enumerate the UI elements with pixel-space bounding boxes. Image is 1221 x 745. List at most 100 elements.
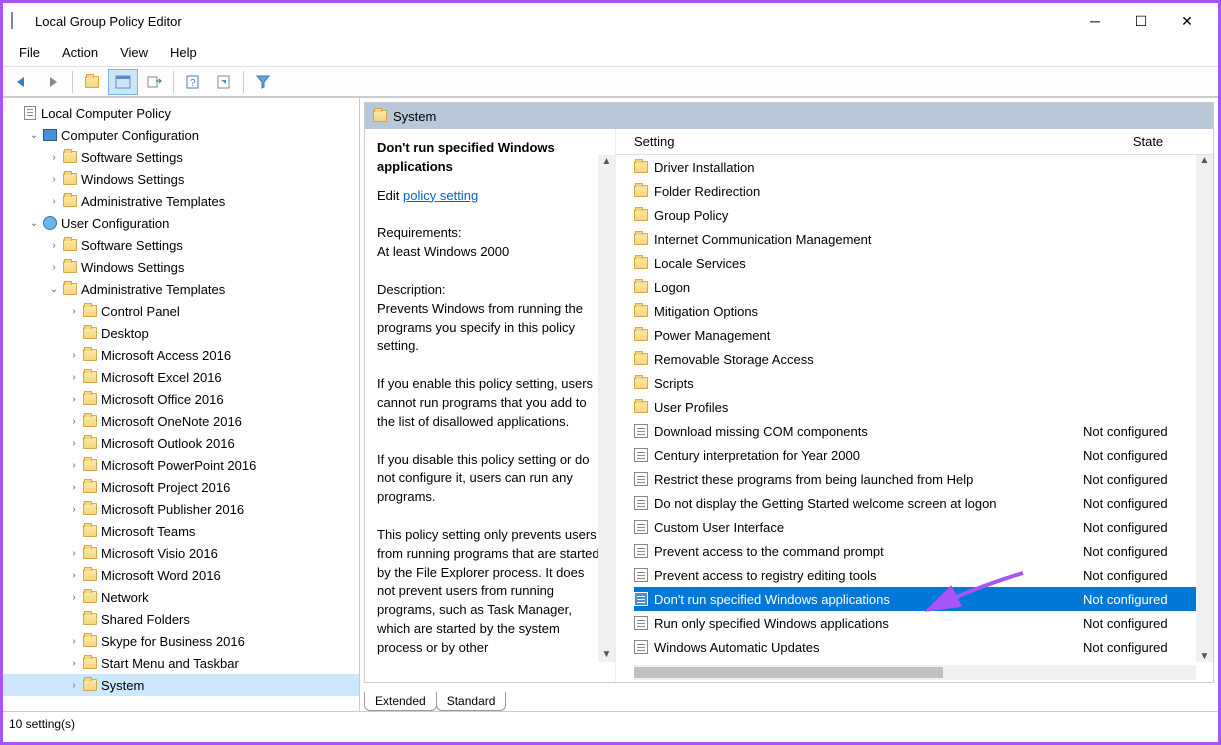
tree-item[interactable]: ›Windows Settings xyxy=(3,256,359,278)
tree-item[interactable]: ⌄Computer Configuration xyxy=(3,124,359,146)
close-button[interactable]: ✕ xyxy=(1164,5,1210,37)
minimize-button[interactable]: ─ xyxy=(1072,5,1118,37)
setting-label: Do not display the Getting Started welco… xyxy=(654,496,1083,511)
forward-button[interactable] xyxy=(38,69,68,95)
tree-item[interactable]: ›Microsoft Visio 2016 xyxy=(3,542,359,564)
tree-item[interactable]: ›Microsoft Publisher 2016 xyxy=(3,498,359,520)
expand-toggle[interactable]: › xyxy=(67,482,81,493)
expand-toggle[interactable]: › xyxy=(67,306,81,317)
list-row[interactable]: Custom User InterfaceNot configured xyxy=(634,515,1213,539)
expand-toggle[interactable]: › xyxy=(67,416,81,427)
list-row[interactable]: Folder Redirection xyxy=(634,179,1213,203)
list-row[interactable]: Logon xyxy=(634,275,1213,299)
maximize-button[interactable]: ☐ xyxy=(1118,5,1164,37)
menu-help[interactable]: Help xyxy=(160,41,207,64)
expand-toggle[interactable]: › xyxy=(47,196,61,207)
expand-toggle[interactable]: › xyxy=(67,372,81,383)
col-setting[interactable]: Setting xyxy=(634,134,1083,149)
help-button[interactable]: ? xyxy=(178,69,208,95)
tree-pane[interactable]: Local Computer Policy⌄Computer Configura… xyxy=(3,98,360,711)
list-row[interactable]: Century interpretation for Year 2000Not … xyxy=(634,443,1213,467)
filter-button[interactable] xyxy=(248,69,278,95)
tree-item[interactable]: Shared Folders xyxy=(3,608,359,630)
list-row[interactable]: Download missing COM componentsNot confi… xyxy=(634,419,1213,443)
expand-toggle[interactable]: › xyxy=(47,174,61,185)
expand-toggle[interactable]: › xyxy=(47,152,61,163)
edit-policy-link[interactable]: policy setting xyxy=(403,188,478,203)
tab-extended[interactable]: Extended xyxy=(364,692,437,711)
expand-toggle[interactable]: ⌄ xyxy=(27,130,41,141)
menu-view[interactable]: View xyxy=(110,41,158,64)
tree-item[interactable]: ›Microsoft Access 2016 xyxy=(3,344,359,366)
tree-item[interactable]: ›Microsoft Project 2016 xyxy=(3,476,359,498)
tree-item[interactable]: ›System xyxy=(3,674,359,696)
detail-title: Don't run specified Windows applications xyxy=(377,139,603,177)
expand-toggle[interactable]: › xyxy=(67,636,81,647)
tree-item[interactable]: Desktop xyxy=(3,322,359,344)
list-row[interactable]: User Profiles xyxy=(634,395,1213,419)
expand-toggle[interactable]: › xyxy=(47,262,61,273)
list-row[interactable]: Internet Communication Management xyxy=(634,227,1213,251)
expand-toggle[interactable]: › xyxy=(67,592,81,603)
menu-action[interactable]: Action xyxy=(52,41,108,64)
list-row[interactable]: Mitigation Options xyxy=(634,299,1213,323)
detail-scrollbar[interactable]: ▲▼ xyxy=(598,155,615,662)
column-header[interactable]: Setting State xyxy=(616,129,1213,155)
tree-item[interactable]: ›Microsoft Excel 2016 xyxy=(3,366,359,388)
tree-item[interactable]: ⌄User Configuration xyxy=(3,212,359,234)
tree-item[interactable]: ›Software Settings xyxy=(3,146,359,168)
list-row[interactable]: Run only specified Windows applicationsN… xyxy=(634,611,1213,635)
expand-toggle[interactable]: › xyxy=(67,570,81,581)
expand-toggle[interactable]: › xyxy=(67,548,81,559)
expand-toggle[interactable]: › xyxy=(67,658,81,669)
tree-item[interactable]: ›Microsoft Word 2016 xyxy=(3,564,359,586)
description-p2: If you enable this policy setting, users… xyxy=(377,375,603,432)
list-row[interactable]: Driver Installation xyxy=(634,155,1213,179)
tree-item[interactable]: ›Microsoft Outlook 2016 xyxy=(3,432,359,454)
menu-file[interactable]: File xyxy=(9,41,50,64)
list-row[interactable]: Removable Storage Access xyxy=(634,347,1213,371)
tree-item[interactable]: Microsoft Teams xyxy=(3,520,359,542)
tree-item[interactable]: ›Skype for Business 2016 xyxy=(3,630,359,652)
up-button[interactable] xyxy=(77,69,107,95)
list-row[interactable]: Locale Services xyxy=(634,251,1213,275)
list-row[interactable]: Scripts xyxy=(634,371,1213,395)
tree-item[interactable]: ›Windows Settings xyxy=(3,168,359,190)
list-row[interactable]: Windows Automatic UpdatesNot configured xyxy=(634,635,1213,659)
expand-toggle[interactable]: › xyxy=(67,504,81,515)
tree-item[interactable]: Local Computer Policy xyxy=(3,102,359,124)
properties-button[interactable] xyxy=(209,69,239,95)
expand-toggle[interactable]: › xyxy=(67,460,81,471)
expand-toggle[interactable]: › xyxy=(47,240,61,251)
tree-item[interactable]: ›Administrative Templates xyxy=(3,190,359,212)
tree-item[interactable]: ›Microsoft OneNote 2016 xyxy=(3,410,359,432)
list-scrollbar[interactable]: ▲▼ xyxy=(1196,155,1213,662)
horizontal-scrollbar[interactable] xyxy=(634,665,1196,680)
tree-item[interactable]: ›Control Panel xyxy=(3,300,359,322)
setting-label: Internet Communication Management xyxy=(654,232,1083,247)
expand-toggle[interactable]: ⌄ xyxy=(47,284,61,295)
expand-toggle[interactable]: › xyxy=(67,680,81,691)
list-row[interactable]: Restrict these programs from being launc… xyxy=(634,467,1213,491)
back-button[interactable] xyxy=(7,69,37,95)
tree-item[interactable]: ›Microsoft Office 2016 xyxy=(3,388,359,410)
list-row[interactable]: Do not display the Getting Started welco… xyxy=(634,491,1213,515)
list-row[interactable]: Power Management xyxy=(634,323,1213,347)
expand-toggle[interactable]: › xyxy=(67,438,81,449)
list-row[interactable]: Prevent access to the command promptNot … xyxy=(634,539,1213,563)
col-state[interactable]: State xyxy=(1083,134,1213,149)
show-hide-tree-button[interactable] xyxy=(108,69,138,95)
expand-toggle[interactable]: › xyxy=(67,350,81,361)
expand-toggle[interactable]: ⌄ xyxy=(27,218,41,229)
tree-item[interactable]: ›Software Settings xyxy=(3,234,359,256)
expand-toggle[interactable]: › xyxy=(67,394,81,405)
export-button[interactable] xyxy=(139,69,169,95)
tab-standard[interactable]: Standard xyxy=(436,692,507,711)
tree-item[interactable]: ⌄Administrative Templates xyxy=(3,278,359,300)
tree-item[interactable]: ›Microsoft PowerPoint 2016 xyxy=(3,454,359,476)
list-row[interactable]: Prevent access to registry editing tools… xyxy=(634,563,1213,587)
list-row[interactable]: Group Policy xyxy=(634,203,1213,227)
list-row[interactable]: Don't run specified Windows applications… xyxy=(634,587,1213,611)
tree-item[interactable]: ›Start Menu and Taskbar xyxy=(3,652,359,674)
tree-item[interactable]: ›Network xyxy=(3,586,359,608)
